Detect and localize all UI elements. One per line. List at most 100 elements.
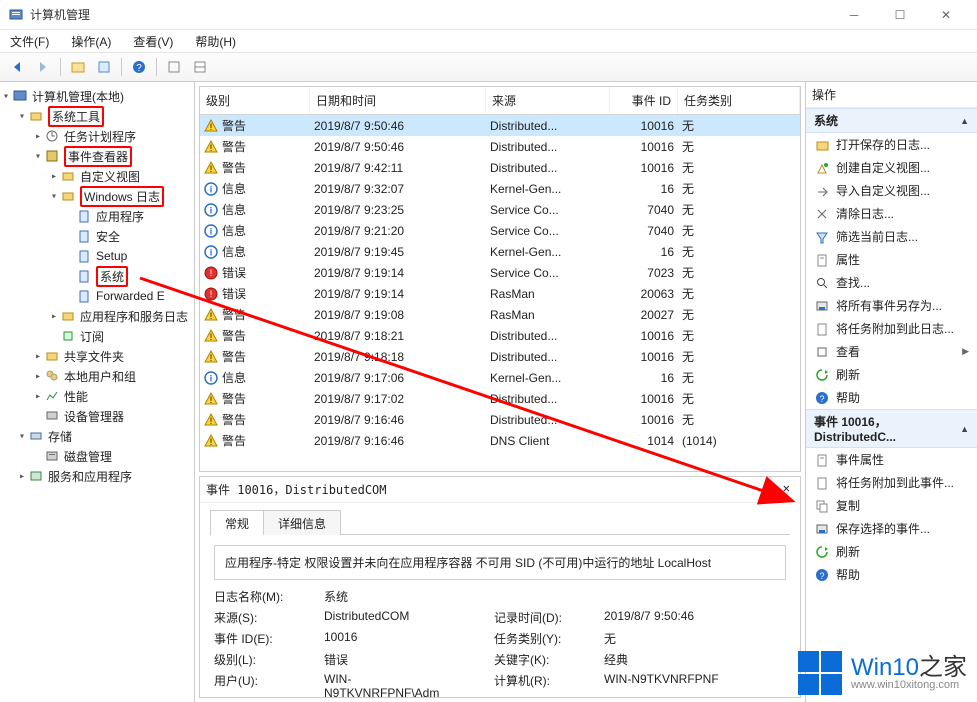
svg-text:!: ! <box>210 289 213 299</box>
svg-text:!: ! <box>210 268 213 278</box>
tree-setup[interactable]: Setup <box>64 246 194 266</box>
action-icon <box>814 521 830 537</box>
event-row[interactable]: i信息2019/8/7 9:17:06Kernel-Gen...16无 <box>200 367 800 388</box>
action-s2-4[interactable]: 刷新 <box>806 540 977 563</box>
col-eventid[interactable]: 事件 ID <box>610 87 678 114</box>
close-button[interactable]: ✕ <box>923 0 969 30</box>
watermark-logo-icon <box>797 650 843 696</box>
event-row[interactable]: i信息2019/8/7 9:32:07Kernel-Gen...16无 <box>200 178 800 199</box>
action-icon <box>814 229 830 245</box>
event-row[interactable]: !错误2019/8/7 9:19:14RasMan20063无 <box>200 283 800 304</box>
event-row[interactable]: !警告2019/8/7 9:18:18Distributed...10016无 <box>200 346 800 367</box>
maximize-button[interactable]: ☐ <box>877 0 923 30</box>
event-row[interactable]: !警告2019/8/7 9:17:02Distributed...10016无 <box>200 388 800 409</box>
tab-general[interactable]: 常规 <box>210 510 264 535</box>
app-icon <box>8 7 24 23</box>
action-icon <box>814 137 830 153</box>
tree-disk-mgmt[interactable]: 磁盘管理 <box>32 446 194 466</box>
menu-file[interactable]: 文件(F) <box>6 31 53 52</box>
action-s1-4[interactable]: 筛选当前日志... <box>806 225 977 248</box>
details-message: 应用程序-特定 权限设置并未向在应用程序容器 不可用 SID (不可用)中运行的… <box>214 545 786 580</box>
action-s1-3[interactable]: 清除日志... <box>806 202 977 225</box>
back-button[interactable] <box>6 56 28 78</box>
tree-custom-views[interactable]: ▸自定义视图 <box>48 166 194 186</box>
tree-windows-logs[interactable]: ▾Windows 日志 <box>48 186 194 206</box>
menubar: 文件(F) 操作(A) 查看(V) 帮助(H) <box>0 30 977 52</box>
event-row[interactable]: i信息2019/8/7 9:23:25Service Co...7040无 <box>200 199 800 220</box>
action-icon <box>814 344 830 360</box>
event-row[interactable]: i信息2019/8/7 9:19:45Kernel-Gen...16无 <box>200 241 800 262</box>
event-list-header[interactable]: 级别 日期和时间 来源 事件 ID 任务类别 <box>200 87 800 115</box>
tree-device-manager[interactable]: 设备管理器 <box>32 406 194 426</box>
tree-security[interactable]: 安全 <box>64 226 194 246</box>
svg-text:i: i <box>210 226 213 236</box>
tree-pane[interactable]: ▾ 计算机管理(本地) ▾ 系统工具 ▸任务计划程序 ▾事件查看器 ▸自定义视图… <box>0 82 195 702</box>
action-s1-6[interactable]: 查找... <box>806 271 977 294</box>
event-row[interactable]: !警告2019/8/7 9:42:11Distributed...10016无 <box>200 157 800 178</box>
tree-apps-services[interactable]: ▸应用程序和服务日志 <box>48 306 194 326</box>
action-s1-2[interactable]: 导入自定义视图... <box>806 179 977 202</box>
action-s2-2[interactable]: 复制 <box>806 494 977 517</box>
tree-event-viewer[interactable]: ▾事件查看器 <box>32 146 194 166</box>
tree-local-users[interactable]: ▸本地用户和组 <box>32 366 194 386</box>
svg-text:?: ? <box>819 394 824 404</box>
event-row[interactable]: !错误2019/8/7 9:19:14Service Co...7023无 <box>200 262 800 283</box>
toolbar-icon-2[interactable] <box>93 56 115 78</box>
menu-view[interactable]: 查看(V) <box>129 31 177 52</box>
event-details: 事件 10016，DistributedCOM ✕ 常规 详细信息 应用程序-特… <box>199 476 801 698</box>
event-row[interactable]: !警告2019/8/7 9:18:21Distributed...10016无 <box>200 325 800 346</box>
action-icon <box>814 498 830 514</box>
action-s1-0[interactable]: 打开保存的日志... <box>806 133 977 156</box>
window-title: 计算机管理 <box>30 6 90 23</box>
toolbar-icon-4[interactable] <box>189 56 211 78</box>
col-source[interactable]: 来源 <box>486 87 610 114</box>
tree-system[interactable]: 系统 <box>64 266 194 286</box>
toolbar-icon-3[interactable] <box>163 56 185 78</box>
tree-performance[interactable]: ▸性能 <box>32 386 194 406</box>
tab-details[interactable]: 详细信息 <box>263 510 341 535</box>
minimize-button[interactable]: ─ <box>831 0 877 30</box>
action-s1-5[interactable]: 属性 <box>806 248 977 271</box>
event-row[interactable]: !警告2019/8/7 9:16:46Distributed...10016无 <box>200 409 800 430</box>
col-task[interactable]: 任务类别 <box>678 87 800 114</box>
menu-help[interactable]: 帮助(H) <box>191 31 240 52</box>
svg-text:!: ! <box>210 395 213 405</box>
col-level[interactable]: 级别 <box>200 87 310 114</box>
svg-text:!: ! <box>210 353 213 363</box>
action-s1-9[interactable]: 查看▶ <box>806 340 977 363</box>
event-row[interactable]: !警告2019/8/7 9:50:46Distributed...10016无 <box>200 136 800 157</box>
action-s2-1[interactable]: 将任务附加到此事件... <box>806 471 977 494</box>
toolbar-help-button[interactable]: ? <box>128 56 150 78</box>
action-s1-11[interactable]: ?帮助 <box>806 386 977 409</box>
event-list[interactable]: 级别 日期和时间 来源 事件 ID 任务类别 !警告2019/8/7 9:50:… <box>199 86 801 472</box>
actions-header: 操作 <box>806 82 977 108</box>
tree-root[interactable]: ▾ 计算机管理(本地) <box>0 86 194 106</box>
details-close-button[interactable]: ✕ <box>779 481 794 498</box>
tree-subscriptions[interactable]: 订阅 <box>48 326 194 346</box>
action-s2-5[interactable]: ?帮助 <box>806 563 977 586</box>
event-row[interactable]: !警告2019/8/7 9:50:46Distributed...10016无 <box>200 115 800 136</box>
action-s1-8[interactable]: 将任务附加到此日志... <box>806 317 977 340</box>
actions-section-event[interactable]: 事件 10016，DistributedC...▲ <box>806 409 977 448</box>
col-datetime[interactable]: 日期和时间 <box>310 87 486 114</box>
tree-storage[interactable]: ▾存储 <box>16 426 194 446</box>
tree-forwarded[interactable]: Forwarded E <box>64 286 194 306</box>
action-s1-1[interactable]: 创建自定义视图... <box>806 156 977 179</box>
tree-application[interactable]: 应用程序 <box>64 206 194 226</box>
event-row[interactable]: !警告2019/8/7 9:16:46DNS Client1014(1014) <box>200 430 800 451</box>
actions-section-system[interactable]: 系统▲ <box>806 108 977 133</box>
forward-button[interactable] <box>32 56 54 78</box>
action-s1-10[interactable]: 刷新 <box>806 363 977 386</box>
toolbar-icon-1[interactable] <box>67 56 89 78</box>
tree-system-tools[interactable]: ▾ 系统工具 <box>16 106 194 126</box>
menu-action[interactable]: 操作(A) <box>67 31 115 52</box>
tree-shared-folders[interactable]: ▸共享文件夹 <box>32 346 194 366</box>
tree-task-scheduler[interactable]: ▸任务计划程序 <box>32 126 194 146</box>
event-row[interactable]: i信息2019/8/7 9:21:20Service Co...7040无 <box>200 220 800 241</box>
svg-text:!: ! <box>210 416 213 426</box>
action-s1-7[interactable]: 将所有事件另存为... <box>806 294 977 317</box>
action-s2-0[interactable]: 事件属性 <box>806 448 977 471</box>
action-s2-3[interactable]: 保存选择的事件... <box>806 517 977 540</box>
tree-services-apps[interactable]: ▸服务和应用程序 <box>16 466 194 486</box>
event-row[interactable]: !警告2019/8/7 9:19:08RasMan20027无 <box>200 304 800 325</box>
